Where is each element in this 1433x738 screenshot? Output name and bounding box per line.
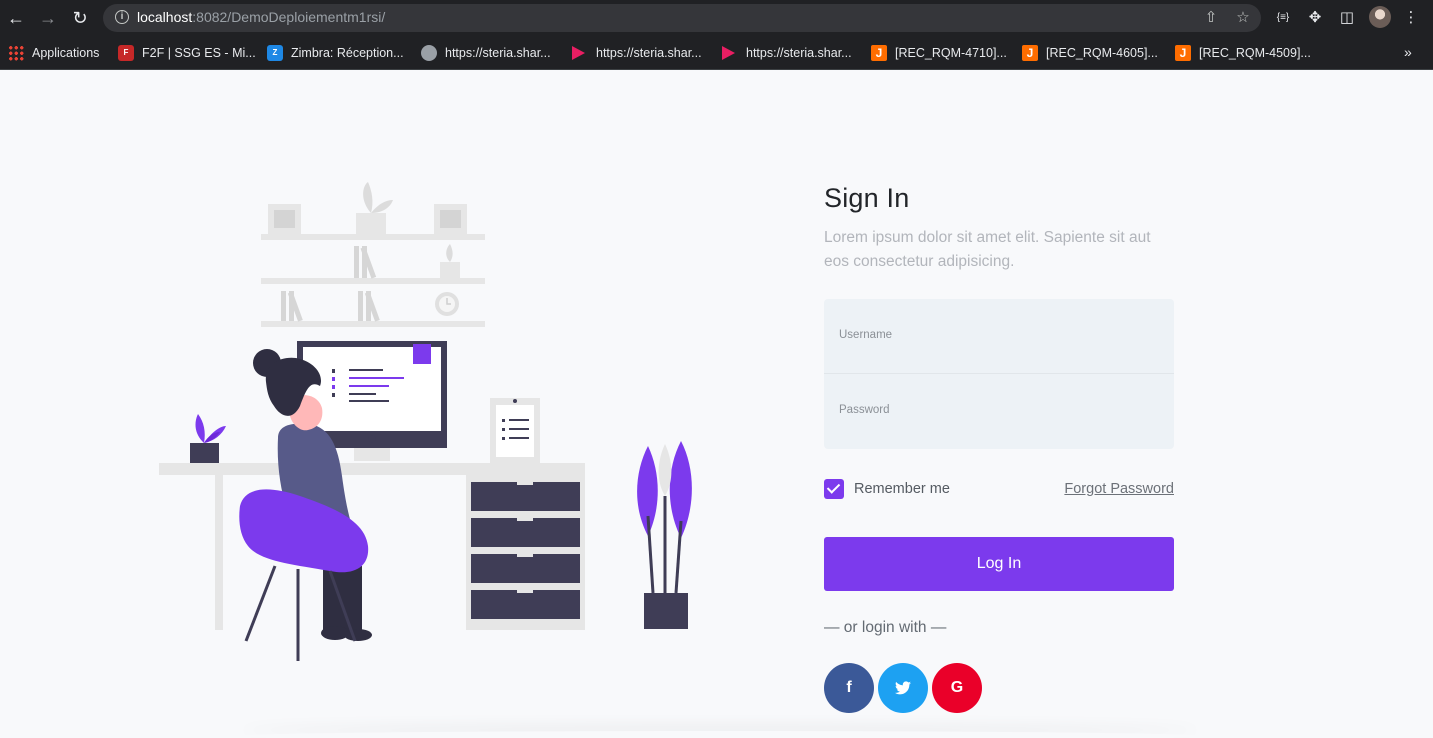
back-arrow-icon[interactable]: ← — [4, 6, 28, 30]
or-login-with-text: — or login with — — [824, 619, 947, 636]
jira-icon: J — [1175, 45, 1191, 61]
info-icon[interactable]: i — [115, 10, 129, 24]
page-subtitle: Lorem ipsum dolor sit amet elit. Sapient… — [824, 229, 1151, 270]
sidepanel-icon[interactable]: ◫ — [1335, 6, 1359, 30]
login-button[interactable]: Log In — [824, 537, 1174, 591]
bookshelf — [261, 182, 485, 327]
google-icon: G — [950, 679, 964, 696]
username-label: Username — [839, 329, 893, 341]
bookmark-zimbra[interactable]: Z Zimbra: Réception... — [267, 44, 404, 62]
forward-arrow-icon[interactable]: → — [36, 6, 60, 30]
workspace-illustration — [159, 182, 692, 661]
play-icon — [572, 46, 585, 60]
bookmark-label: https://steria.shar... — [445, 46, 551, 60]
jira-icon: J — [871, 45, 887, 61]
bookmark-label: [REC_RQM-4509]... — [1199, 46, 1311, 60]
f2f-icon: F — [118, 45, 134, 61]
bookmark-label: https://steria.shar... — [746, 46, 852, 60]
bookmark-rqm-4509[interactable]: J [REC_RQM-4509]... — [1175, 44, 1311, 62]
bookmarks-bar: Applications F F2F | SSG ES - Mi... Z Zimb… — [0, 36, 1433, 70]
google-login-button[interactable]: G — [932, 663, 982, 713]
apps-grid-icon — [8, 45, 24, 61]
bookmark-label: https://steria.shar... — [596, 46, 702, 60]
bookmark-label: Zimbra: Réception... — [291, 46, 404, 60]
forgot-password-link[interactable]: Forgot Password — [1064, 481, 1174, 497]
desk-plant — [190, 414, 226, 463]
jira-icon: J — [1022, 45, 1038, 61]
bookmark-steria-1[interactable]: https://steria.shar... — [421, 44, 551, 62]
kebab-menu-icon[interactable]: ⋮ — [1399, 6, 1423, 30]
bookmark-label: [REC_RQM-4710]... — [895, 46, 1007, 60]
bookmark-label: F2F | SSG ES - Mi... — [142, 46, 256, 60]
profile-avatar[interactable] — [1369, 6, 1391, 28]
zimbra-icon: Z — [267, 45, 283, 61]
bookmark-rqm-4605[interactable]: J [REC_RQM-4605]... — [1022, 44, 1158, 62]
username-input[interactable] — [839, 345, 1159, 365]
bookmark-steria-3[interactable]: https://steria.shar... — [722, 44, 852, 62]
puzzle-icon[interactable]: ✥ — [1303, 6, 1327, 30]
facebook-login-button[interactable]: f — [824, 663, 874, 713]
address-bar[interactable]: i localhost:8082/DemoDeploiementm1rsi/ ⇧… — [103, 4, 1261, 32]
bookmark-f2f[interactable]: F F2F | SSG ES - Mi... — [118, 44, 256, 62]
star-icon[interactable]: ☆ — [1233, 8, 1253, 28]
social-login-buttons: f G — [824, 663, 1174, 713]
bookmark-label: Applications — [32, 46, 100, 60]
signin-panel: Sign In Lorem ipsum dolor sit amet elit.… — [824, 183, 1174, 713]
bookmark-label: [REC_RQM-4605]... — [1046, 46, 1158, 60]
globe-icon — [421, 45, 437, 61]
url-path: :8082/DemoDeploiementm1rsi/ — [192, 9, 386, 25]
page-title: Sign In — [824, 183, 910, 213]
browser-toolbar: ← → ↻ i localhost:8082/DemoDeploiementm1… — [0, 0, 1433, 36]
bookmark-steria-2[interactable]: https://steria.shar... — [572, 44, 702, 62]
login-form: Username Password — [824, 299, 1174, 449]
floor-plant — [637, 441, 692, 629]
page-content: Sign In Lorem ipsum dolor sit amet elit.… — [0, 71, 1433, 738]
twitter-icon — [895, 681, 911, 695]
bottom-shadow — [240, 731, 1200, 738]
form-options: Remember me Forgot Password — [824, 479, 1174, 499]
remember-me-label[interactable]: Remember me — [854, 481, 950, 497]
remember-me-checkbox[interactable] — [824, 479, 844, 499]
extension-icon[interactable]: {≡} — [1271, 6, 1295, 30]
twitter-login-button[interactable] — [878, 663, 928, 713]
bookmark-applications[interactable]: Applications — [8, 44, 99, 62]
reload-icon[interactable]: ↻ — [68, 6, 92, 30]
password-label: Password — [839, 404, 890, 416]
clipboard — [490, 398, 540, 463]
facebook-icon: f — [846, 679, 852, 696]
chevron-double-right-icon[interactable]: » — [1404, 44, 1412, 60]
url-host: localhost — [137, 9, 193, 25]
password-field-group: Password — [824, 374, 1174, 449]
username-field-group: Username — [824, 299, 1174, 374]
url-text[interactable]: localhost:8082/DemoDeploiementm1rsi/ — [137, 9, 385, 25]
bookmark-rqm-4710[interactable]: J [REC_RQM-4710]... — [871, 44, 1007, 62]
play-icon — [722, 46, 735, 60]
password-input[interactable] — [839, 420, 1159, 440]
share-icon[interactable]: ⇧ — [1201, 8, 1221, 28]
